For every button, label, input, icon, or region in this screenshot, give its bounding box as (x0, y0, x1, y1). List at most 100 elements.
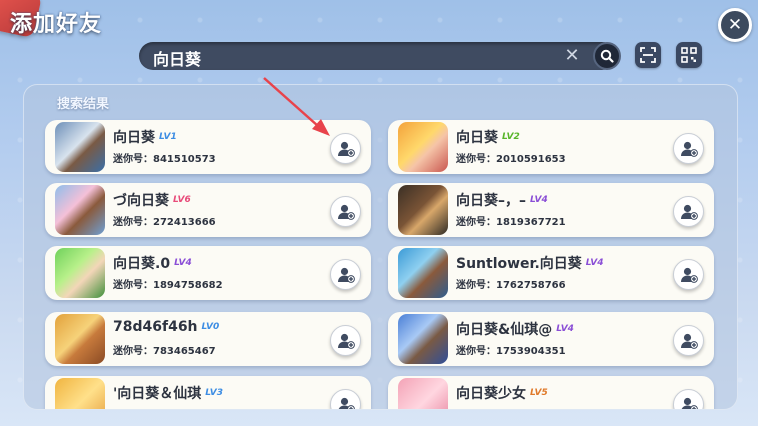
user-id-value: 783465467 (153, 346, 216, 357)
page-title: 添加好友 (10, 12, 103, 37)
user-name: '向日葵＆仙琪 (113, 386, 202, 402)
add-friend-button[interactable] (673, 259, 704, 290)
name-row: 向日葵 LV1 (113, 127, 177, 147)
search-bar[interactable]: 向日葵 ✕ (139, 42, 621, 70)
add-friend-button[interactable] (330, 259, 361, 290)
result-card[interactable]: 向日葵 LV2 迷你号：2010591653 (388, 120, 714, 174)
result-card[interactable]: 78d46f46h LV0 迷你号：783465467 (45, 312, 371, 366)
add-friend-button[interactable] (330, 196, 361, 227)
avatar[interactable] (398, 248, 448, 298)
add-friend-button[interactable] (330, 389, 361, 409)
result-card[interactable]: づ向日葵 LV6 迷你号：272413666 (45, 183, 371, 237)
user-id-value: 841510573 (153, 154, 216, 165)
result-card[interactable]: 向日葵&仙琪@ LV4 迷你号：1753904351 (388, 312, 714, 366)
add-friend-button[interactable] (673, 325, 704, 356)
user-name: 向日葵.0 (113, 256, 171, 272)
avatar[interactable] (55, 314, 105, 364)
add-friend-button[interactable] (673, 196, 704, 227)
add-friend-icon (680, 267, 698, 283)
name-row: 向日葵&仙琪@ LV4 (456, 319, 574, 339)
level-badge: LV6 (173, 195, 191, 205)
user-name: 78d46f46h (113, 319, 198, 335)
user-id-value: 2010591653 (496, 154, 566, 165)
user-id-label: 迷你号： (456, 346, 496, 357)
results-title: 搜索结果 (57, 97, 110, 112)
user-id-value: 1819367721 (496, 217, 566, 228)
clear-search-icon[interactable]: ✕ (562, 46, 582, 66)
avatar[interactable] (55, 122, 105, 172)
name-row: づ向日葵 LV6 (113, 190, 191, 210)
avatar[interactable] (398, 314, 448, 364)
level-badge: LV3 (205, 388, 224, 398)
result-card[interactable]: '向日葵＆仙琪 LV3 (45, 376, 371, 409)
user-id-value: 1894758682 (153, 280, 223, 291)
search-icon (600, 49, 614, 63)
level-badge: LV4 (585, 258, 604, 268)
add-friend-icon (337, 204, 355, 220)
scan-icon (640, 47, 656, 63)
close-button[interactable]: ✕ (718, 8, 752, 42)
add-friend-icon (680, 397, 698, 409)
level-badge: LV5 (530, 388, 548, 398)
user-id: 迷你号：1762758766 (456, 276, 566, 291)
user-id: 迷你号：272413666 (113, 213, 216, 228)
level-badge: LV4 (530, 195, 548, 205)
user-id-label: 迷你号： (456, 280, 496, 291)
user-id: 迷你号：783465467 (113, 342, 216, 357)
add-friend-icon (337, 267, 355, 283)
user-name: 向日葵 (113, 130, 155, 146)
qr-code-icon (681, 47, 697, 63)
avatar[interactable] (398, 378, 448, 409)
avatar[interactable] (55, 378, 105, 409)
level-badge: LV4 (556, 324, 574, 334)
avatar[interactable] (55, 248, 105, 298)
qr-code-button[interactable] (676, 42, 702, 68)
level-badge: LV4 (174, 258, 192, 268)
result-card[interactable]: 向日葵–，– LV4 迷你号：1819367721 (388, 183, 714, 237)
user-name: 向日葵&仙琪@ (456, 322, 553, 338)
result-card[interactable]: 向日葵 LV1 迷你号：841510573 (45, 120, 371, 174)
search-button[interactable] (593, 42, 621, 70)
add-friend-icon (680, 141, 698, 157)
name-row: 78d46f46h LV0 (113, 319, 219, 335)
result-card[interactable]: 向日葵少女 LV5 (388, 376, 714, 409)
user-id-value: 1762758766 (496, 280, 566, 291)
name-row: 向日葵.0 LV4 (113, 253, 192, 273)
add-friend-button[interactable] (330, 133, 361, 164)
result-card[interactable]: 向日葵.0 LV4 迷你号：1894758682 (45, 246, 371, 300)
add-friend-button[interactable] (673, 133, 704, 164)
avatar[interactable] (398, 122, 448, 172)
add-friend-button[interactable] (673, 389, 704, 409)
result-card[interactable]: Suntlower.向日葵 LV4 迷你号：1762758766 (388, 246, 714, 300)
level-badge: LV2 (502, 132, 520, 142)
avatar[interactable] (398, 185, 448, 235)
add-friend-icon (680, 204, 698, 220)
level-badge: LV0 (201, 322, 220, 332)
avatar[interactable] (55, 185, 105, 235)
user-id: 迷你号：1894758682 (113, 276, 223, 291)
search-input[interactable]: 向日葵 (153, 46, 201, 70)
user-id-label: 迷你号： (113, 346, 153, 357)
add-friend-button[interactable] (330, 325, 361, 356)
search-results-panel[interactable]: 搜索结果 向日葵 LV1 迷你号：841510573 向日葵 LV2 迷你号：201059… (23, 84, 738, 410)
add-friend-icon (337, 397, 355, 409)
add-friend-icon (337, 333, 355, 349)
scan-button[interactable] (635, 42, 661, 68)
user-id-label: 迷你号： (456, 154, 496, 165)
user-name: 向日葵 (456, 130, 498, 146)
user-id-label: 迷你号： (113, 154, 153, 165)
close-icon: ✕ (727, 15, 743, 35)
user-id: 迷你号：841510573 (113, 150, 216, 165)
level-badge: LV1 (159, 132, 177, 142)
user-id-label: 迷你号： (113, 280, 153, 291)
name-row: Suntlower.向日葵 LV4 (456, 253, 604, 273)
name-row: 向日葵–，– LV4 (456, 190, 548, 210)
user-id-label: 迷你号： (456, 217, 496, 228)
name-row: 向日葵少女 LV5 (456, 383, 548, 403)
user-id-value: 1753904351 (496, 346, 566, 357)
add-friend-icon (680, 333, 698, 349)
name-row: 向日葵 LV2 (456, 127, 520, 147)
user-name: 向日葵–，– (456, 193, 526, 209)
user-name: 向日葵少女 (456, 386, 526, 402)
user-name: Suntlower.向日葵 (456, 256, 582, 272)
